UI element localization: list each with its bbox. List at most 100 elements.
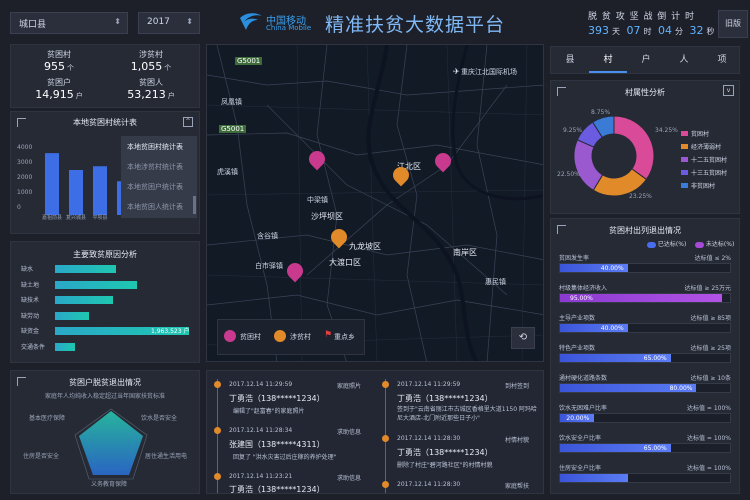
legend-swatch [647,241,656,248]
legend-swatch [681,183,688,188]
feed-time: 2017.12.14 11:28:34 [229,427,293,434]
indicator-target: 达标值 ≥ 25万元 [684,285,731,292]
exit-title: 贫困户脱贫退出情况 [69,378,141,387]
countdown: 393 天 07 时 04 分 32 秒 [588,24,715,37]
timeline-dot [382,435,389,442]
donut-legend-item: 十二五贫困村 [681,155,727,164]
indicator-track: 40.00% [559,263,731,273]
indicator-label: 饮水无困难户比率 [559,405,608,412]
indicator-target: 达标值 = 100% [687,465,731,472]
indicator-percent: 40.00% [600,265,624,272]
map-label: 沙坪坝区 [311,212,343,221]
dropdown-item-related[interactable]: 本地涉贫村统计表 [127,162,183,172]
tab-county[interactable]: 县 [551,47,589,73]
logo-en: China Mobile [266,24,312,32]
dropdown-item-people[interactable]: 本地贫困人统计表 [127,202,183,212]
county-select-value: 城口县 [19,20,47,30]
map-label: 重庆江北国际机场 [461,68,517,76]
map-legend: 贫困村 涉贫村 ⚑ 重点乡 [217,319,365,355]
exit-status-title: 贫困村出列退出情况 [609,226,681,235]
dropdown-item-villages[interactable]: 本地贫困村统计表 [127,142,183,152]
related-village-icon [274,330,286,342]
feed-time: 2017.12.14 11:23:21 [229,473,293,480]
donut-legend-item: 经济薄弱村 [681,142,727,151]
legend-poor-village: 贫困村 [240,333,261,341]
legend-related-village: 涉贫村 [290,333,311,341]
feed-type: 村情村貌 [505,437,530,444]
radar-area [79,411,143,475]
indicator-target: 达标值 ≤ 2% [694,255,731,262]
map-panel[interactable]: G5001 凤凰镇 G5001 虎溪镇 重庆江北国际机场 江北区 沙坪坝区 九龙… [206,44,544,362]
cause-bar[interactable] [55,280,137,289]
stat-poor-people: 贫困人 53,213 户 [127,78,175,101]
exit-radar-panel: 贫困户脱贫退出情况 家庭年人均纯收入稳定超过当年国家扶贫标准 基本医疗保障 饮水… [10,370,200,494]
old-version-button[interactable]: 旧版 [718,10,748,38]
bar-category-label: 嘉祖前县 [42,214,62,220]
donut-slice[interactable] [573,139,604,191]
indicator-percent: 20.00% [566,415,590,422]
feed-text: 编辑了"赵富春"的家庭照片 [233,408,305,415]
bar[interactable] [93,166,107,215]
feed-text: 删除了村庄"碧河路社区"的村情村貌 [397,462,493,469]
legend-swatch [681,170,688,175]
bar[interactable] [69,170,83,215]
collapse-icon[interactable]: ^ [183,117,193,127]
feed-user[interactable]: 丁勇浩（138*****1234） [397,393,493,404]
tab-person[interactable]: 人 [665,47,703,73]
map-roads [207,45,543,361]
donut-label: 34.25% [655,127,678,134]
feed-user[interactable]: 丁勇浩（138*****1234） [229,393,325,404]
map-label: G5001 [219,125,247,133]
countdown-days: 393 [588,24,609,37]
cause-bar[interactable] [55,311,90,320]
year-select[interactable]: 2017 ⬍ [138,12,200,34]
feed-time: 2017.12.14 11:28:30 [397,435,461,442]
indicator-label: 特色产业项数 [559,345,596,352]
causes-title: 主要致贫原因分析 [73,250,137,259]
indicator-target: 达标值 ≥ 85项 [690,315,731,322]
dropdown-scrollbar[interactable] [193,196,196,214]
radar-axis-education: 义务教育保障 [91,481,128,488]
feed-time: 2017.12.14 11:28:30 [397,481,461,488]
reset-view-button[interactable]: ⟲ [511,327,535,349]
county-select[interactable]: 城口县 ⬍ [10,12,128,34]
village-attr-title: 村属性分析 [625,88,665,97]
timeline-dot [214,473,221,480]
indicator-percent: 65.00% [643,445,667,452]
cause-bar[interactable] [55,265,117,273]
tab-village[interactable]: 村 [589,47,627,73]
legend-swatch [681,131,688,136]
feed-time: 2017.12.14 11:29:59 [397,381,461,388]
stats-type-dropdown[interactable]: 本地贫困村统计表 本地涉贫村统计表 本地贫困户统计表 本地贫困人统计表 [121,136,197,218]
feed-user[interactable]: 张建国（138*****4311） [229,439,325,450]
map-label: 虎溪镇 [217,168,238,176]
feed-text: 签到于"云南省丽江市古城区香格里大道1150 阿玛哈尼大酒店-北门附近那些日子小… [397,406,537,422]
cause-bar[interactable] [55,296,113,304]
activity-feed: 2017.12.14 11:29:59 家庭照片 丁勇浩（138*****123… [206,370,544,494]
legend-key-township: 重点乡 [334,333,355,341]
dropdown-item-households[interactable]: 本地贫困户统计表 [127,182,183,192]
stat-related-village: 涉贫村 1,055 个 [130,50,172,73]
dropdown-icon[interactable]: v [723,85,734,96]
donut-legend-item: 非贫困村 [681,181,727,190]
donut-legend-item: 十三五贫困村 [681,168,727,177]
china-mobile-icon [240,13,262,30]
poor-village-icon [224,330,236,342]
feed-text: 回复了 "洪水灾害过后庄稼的养护处理" [233,454,337,461]
cause-label: 缺水 [21,266,34,273]
causes-panel: 主要致贫原因分析 缺水 缺土地 缺技术 缺劳动 缺资金 1,963,523 户交通条件 [10,241,200,363]
bar[interactable] [45,153,59,215]
indicator-label: 住房安全户比率 [559,465,602,472]
map-label: 白市驿镇 [255,262,283,270]
cause-bar[interactable] [55,342,76,351]
map-label: 含谷镇 [257,232,278,240]
cause-label: 缺技术 [21,297,40,304]
china-mobile-logo: 中国移动 China Mobile [238,10,318,38]
feed-user[interactable]: 丁勇浩（138*****1234） [397,447,493,458]
updown-icon: ⬍ [114,17,121,26]
tab-household[interactable]: 户 [627,47,665,73]
indicator-fill [560,474,628,482]
exit-status-panel: 贫困村出列退出情况 已达标(%) 未达标(%) 贫困发生率 达标值 ≤ 2% 40.… [550,218,740,494]
tab-project[interactable]: 项 [703,47,741,73]
feed-user[interactable]: 丁勇浩（138*****1234） [229,484,325,493]
